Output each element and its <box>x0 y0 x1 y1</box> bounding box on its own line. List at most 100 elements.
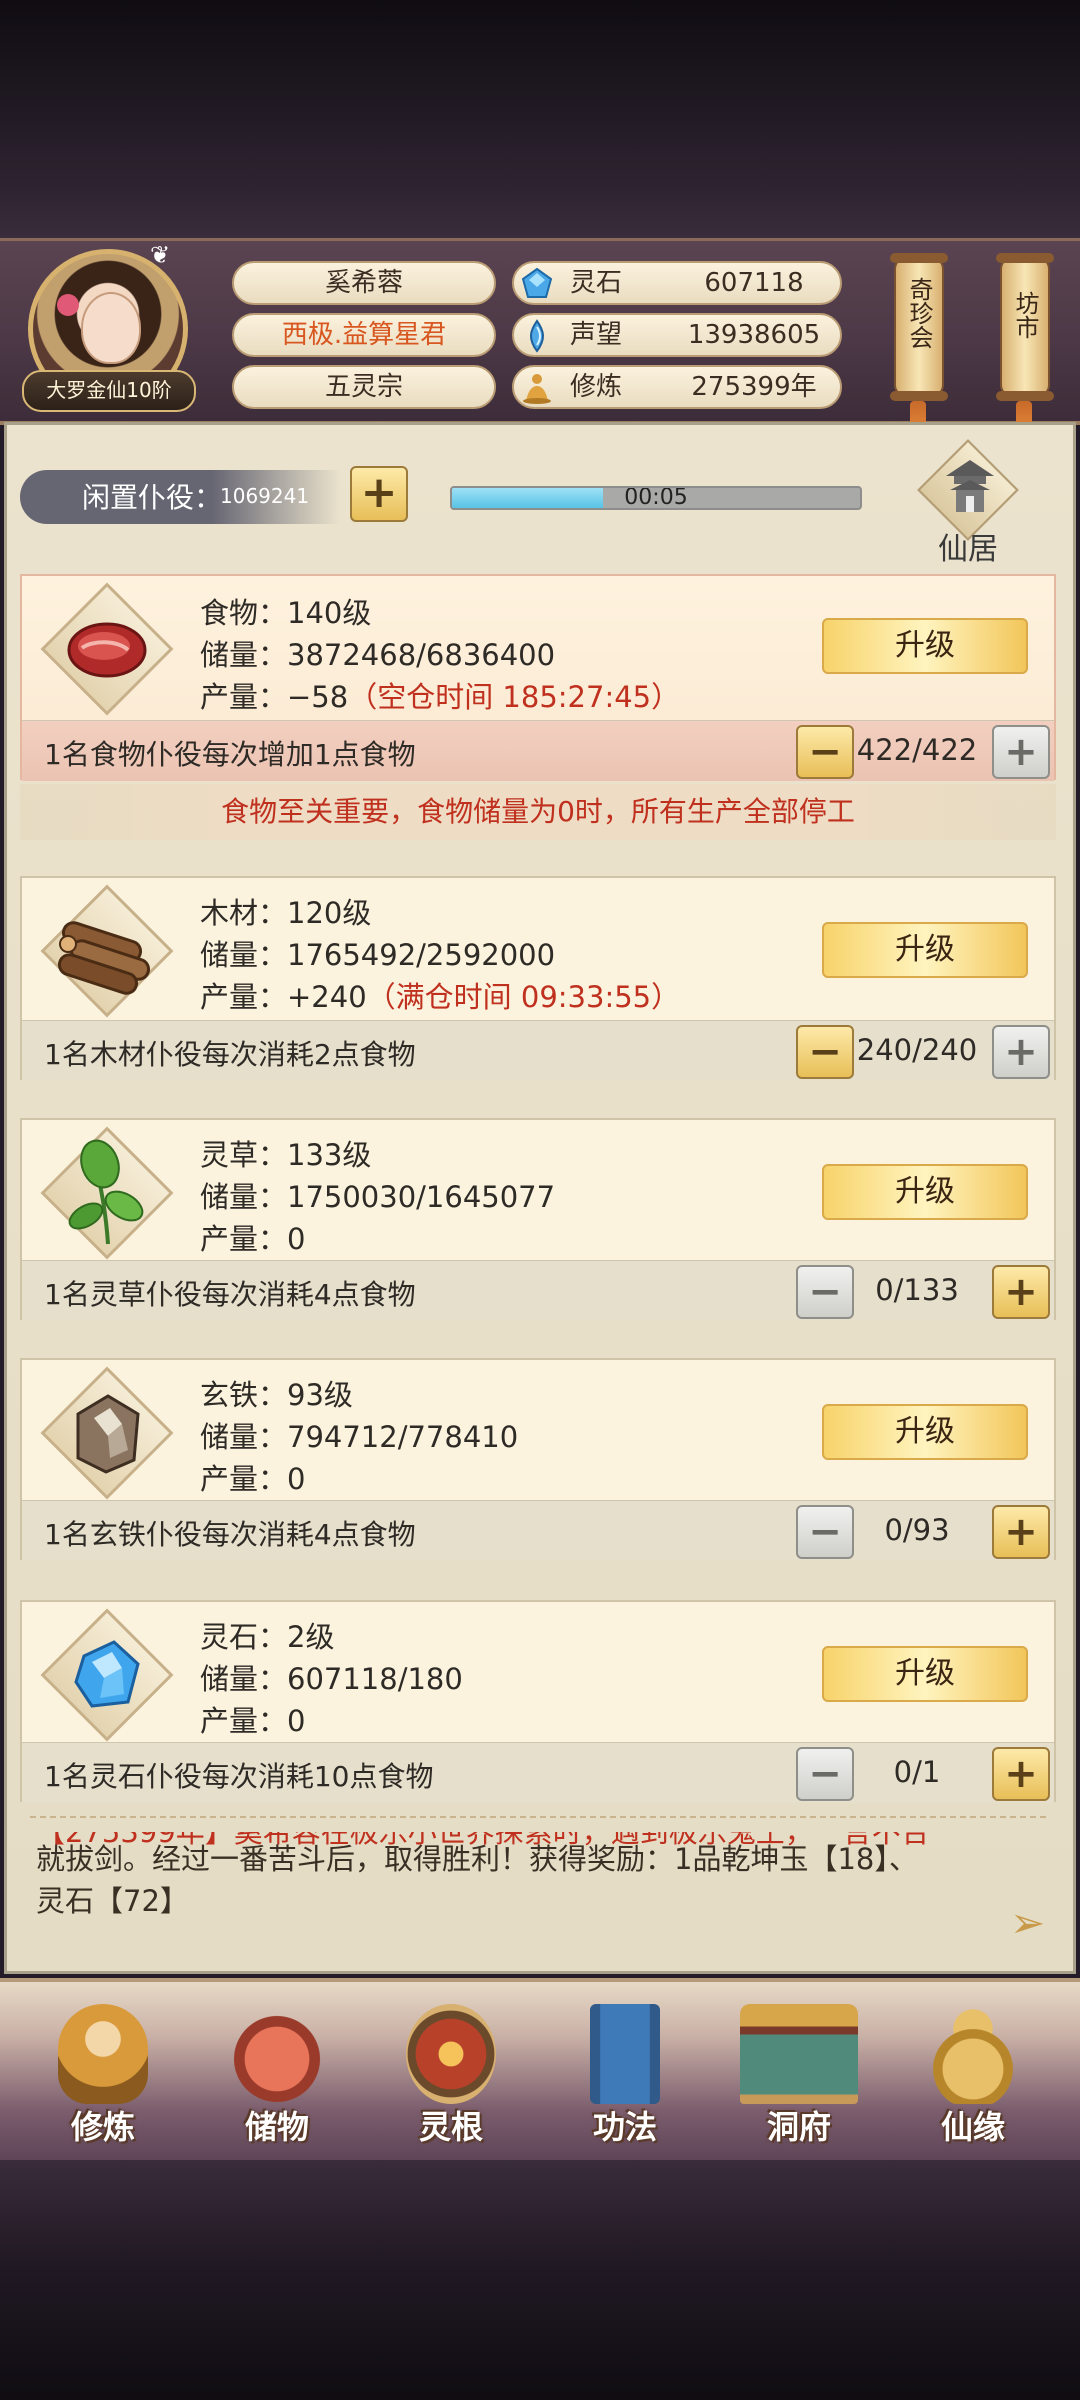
bottom-background <box>0 2160 1080 2400</box>
nav-technique[interactable]: 功法 <box>540 1982 710 2164</box>
wood-plus-button[interactable]: + <box>992 1025 1050 1079</box>
spirit-root-icon <box>406 2004 496 2104</box>
iron-minus-button[interactable]: − <box>796 1505 854 1559</box>
nav-cave-mansion[interactable]: 洞府 <box>714 1982 884 2164</box>
player-title[interactable]: 西极.益算星君 <box>232 313 496 357</box>
spirit-stone-plus-button[interactable]: + <box>992 1747 1050 1801</box>
prestige-icon <box>530 319 544 353</box>
herb-minus-button[interactable]: − <box>796 1265 854 1319</box>
cultivation-resource: 修炼 275399年 <box>512 365 842 409</box>
cultivation-label: 修炼 <box>570 372 623 402</box>
herb-storage: 储量：1750030/1645077 <box>200 1180 556 1214</box>
food-warning: 食物至关重要，食物储量为0时，所有生产全部停工 <box>20 784 1056 840</box>
production-progress-bar: 00:05 <box>450 486 862 510</box>
technique-book-icon <box>590 2004 660 2104</box>
herb-icon <box>68 1139 144 1245</box>
spirit-stone-upgrade-button[interactable]: 升级 <box>822 1646 1028 1702</box>
nav-storage-label: 储物 <box>244 2108 309 2146</box>
iron-plus-button[interactable]: + <box>992 1505 1050 1559</box>
log-expand-icon[interactable]: ➢ <box>1010 1898 1045 1947</box>
meat-icon <box>67 622 147 678</box>
idle-servants-label: 闲置仆役： <box>82 481 223 514</box>
wood-upgrade-button[interactable]: 升级 <box>822 922 1028 978</box>
iron-output: 产量：0 <box>200 1462 306 1496</box>
player-sect[interactable]: 五灵宗 <box>232 365 496 409</box>
wood-output: 产量：+240（满仓时间 09:33:55） <box>200 974 680 1016</box>
spirit-stone-servant-count: 0/1 <box>893 1755 941 1789</box>
nav-spirit-root[interactable]: 灵根 <box>366 1982 536 2164</box>
cave-mansion-icon <box>740 2004 858 2104</box>
food-upgrade-button[interactable]: 升级 <box>822 618 1028 674</box>
nav-cultivate[interactable]: 修炼 <box>18 1982 188 2164</box>
prestige-value: 13938605 <box>687 320 821 350</box>
nav-cultivate-label: 修炼 <box>70 2108 135 2146</box>
herb-plus-button[interactable]: + <box>992 1265 1050 1319</box>
spirit-stone-servant-row: 1名灵石仆役每次消耗10点食物 − 0/1 + <box>22 1742 1054 1803</box>
market-button[interactable]: 坊市 <box>996 253 1054 401</box>
wood-full-time: （满仓时间 09:33:55） <box>366 980 681 1014</box>
prestige-label: 声望 <box>570 320 623 350</box>
iron-upgrade-button[interactable]: 升级 <box>822 1404 1028 1460</box>
spirit-stone-output: 产量：0 <box>200 1704 306 1738</box>
herb-servant-row: 1名灵草仆役每次消耗4点食物 − 0/133 + <box>22 1260 1054 1321</box>
cultivate-icon <box>58 2004 148 2104</box>
idle-servants-value: 1069241 <box>220 484 310 508</box>
pavilion-icon[interactable] <box>942 452 998 522</box>
spirit-stone-value: 607118 <box>704 268 804 298</box>
progress-timer: 00:05 <box>624 486 688 510</box>
event-log[interactable]: 就拔剑。经过一番苦斗后，取得胜利！获得奖励：1品乾坤玉【18】、 灵石【72】 <box>36 1838 1036 1922</box>
food-empty-time: （空仓时间 185:27:45） <box>348 680 681 714</box>
spirit-stone-storage: 储量：607118/180 <box>200 1662 463 1696</box>
iron-servant-note: 1名玄铁仆役每次消耗4点食物 <box>44 1518 416 1551</box>
wood-storage: 储量：1765492/2592000 <box>200 938 556 972</box>
scroll-cap <box>890 391 948 401</box>
food-servant-row: 1名食物仆役每次增加1点食物 − 422/422 + <box>22 720 1054 781</box>
wood-servant-note: 1名木材仆役每次消耗2点食物 <box>44 1038 416 1071</box>
nav-fate-label: 仙缘 <box>940 2108 1005 2146</box>
nav-fate[interactable]: 仙缘 <box>888 1982 1058 2164</box>
food-card: 食物：140级 储量：3872468/6836400 产量：−58（空仓时间 1… <box>20 574 1056 781</box>
wood-output-value: 产量：+240 <box>200 980 367 1014</box>
butterfly-icon: ❦ <box>150 241 171 269</box>
xianju-label[interactable]: 仙居 <box>938 524 998 568</box>
spirit-stone-icon <box>521 267 553 298</box>
ore-icon <box>76 1394 140 1474</box>
scroll-cap <box>996 391 1054 401</box>
logs-icon <box>57 921 151 995</box>
crystal-icon <box>74 1640 140 1708</box>
treasure-auction-button[interactable]: 奇珍会 <box>890 253 948 401</box>
iron-servant-row: 1名玄铁仆役每次消耗4点食物 − 0/93 + <box>22 1500 1054 1561</box>
spirit-stone-resource: 灵石 607118 <box>512 261 842 305</box>
herb-card: 灵草：133级 储量：1750030/1645077 产量：0 升级 1名灵草仆… <box>20 1118 1056 1321</box>
nav-storage[interactable]: 储物 <box>192 1982 362 2164</box>
spirit-stone-icon-frame <box>40 1608 174 1742</box>
ornamental-divider <box>30 1816 1046 1828</box>
iron-storage: 储量：794712/778410 <box>200 1420 519 1454</box>
add-servants-button[interactable]: + <box>350 466 408 522</box>
prestige-resource: 声望 13938605 <box>512 313 842 357</box>
food-minus-button[interactable]: − <box>796 725 854 779</box>
herb-servant-note: 1名灵草仆役每次消耗4点食物 <box>44 1278 416 1311</box>
food-plus-button[interactable]: + <box>992 725 1050 779</box>
spirit-stone-minus-button[interactable]: − <box>796 1747 854 1801</box>
iron-card: 玄铁：93级 储量：794712/778410 产量：0 升级 1名玄铁仆役每次… <box>20 1358 1056 1561</box>
bottom-navigation: 修炼 储物 灵根 功法 洞府 仙缘 <box>0 1978 1080 2164</box>
top-background <box>0 0 1080 238</box>
wood-card: 木材：120级 储量：1765492/2592000 产量：+240（满仓时间 … <box>20 876 1056 1081</box>
nav-spirit-root-label: 灵根 <box>418 2108 483 2146</box>
player-name: 奚希蓉 <box>232 261 496 305</box>
fate-gourd-icon <box>928 2004 1018 2104</box>
spirit-stone-card: 灵石：2级 储量：607118/180 产量：0 升级 1名灵石仆役每次消耗10… <box>20 1600 1056 1803</box>
hair-flower-icon <box>57 294 79 316</box>
wood-minus-button[interactable]: − <box>796 1025 854 1079</box>
log-line: 灵石【72】 <box>36 1884 189 1918</box>
wood-servant-row: 1名木材仆役每次消耗2点食物 − 240/240 + <box>22 1020 1054 1081</box>
herb-output: 产量：0 <box>200 1222 306 1256</box>
herb-servant-count: 0/133 <box>875 1273 959 1307</box>
herb-icon-frame <box>40 1126 174 1260</box>
herb-upgrade-button[interactable]: 升级 <box>822 1164 1028 1220</box>
food-servant-count: 422/422 <box>856 733 978 767</box>
food-storage: 储量：3872468/6836400 <box>200 638 556 672</box>
food-servant-note: 1名食物仆役每次增加1点食物 <box>44 738 416 771</box>
food-output-value: 产量：−58 <box>200 680 349 714</box>
